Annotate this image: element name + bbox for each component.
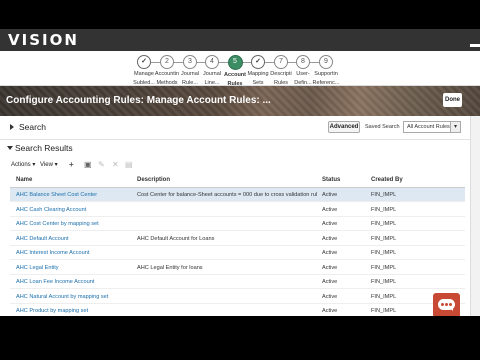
add-icon[interactable]: +: [69, 160, 74, 169]
chat-dot: [441, 303, 444, 306]
row-created-by: FIN_IMPL: [371, 265, 397, 271]
letterbox-bottom: [0, 316, 480, 360]
check-icon: ✓: [251, 55, 265, 69]
page-title-bar: Configure Accounting Rules: Manage Accou…: [0, 86, 480, 116]
row-name-link[interactable]: AHC Balance Sheet Cost Center: [16, 192, 134, 198]
row-description: AHC Default Account for Loans: [137, 236, 215, 242]
step-number: 8: [296, 55, 310, 69]
header-divider: [470, 44, 480, 47]
video-frame: VISION ✓ Manage Subled... 2 Accountin Me…: [0, 0, 480, 360]
row-status: Active: [322, 236, 338, 242]
column-header-name[interactable]: Name: [16, 177, 32, 183]
row-status: Active: [322, 265, 338, 271]
row-created-by: FIN_IMPL: [371, 221, 397, 227]
row-name-link[interactable]: AHC Interest Income Account: [16, 250, 134, 256]
row-created-by: FIN_IMPL: [371, 250, 397, 256]
row-status: Active: [322, 192, 338, 198]
chevron-down-icon: ▾: [450, 122, 460, 132]
row-name-link[interactable]: AHC Loan Fee Income Account: [16, 279, 134, 285]
row-name-link[interactable]: AHC Natural Account by mapping set: [16, 294, 134, 300]
row-status: Active: [322, 221, 338, 227]
row-created-by: FIN_IMPL: [371, 207, 397, 213]
row-name-link[interactable]: AHC Default Account: [16, 236, 134, 242]
row-status: Active: [322, 207, 338, 213]
row-status: Active: [322, 250, 338, 256]
column-header-created-by[interactable]: Created By: [371, 177, 403, 183]
process-train: ✓ Manage Subled... 2 Accountin Methods 3…: [0, 51, 480, 87]
step-number: 9: [319, 55, 333, 69]
row-created-by: FIN_IMPL: [371, 294, 397, 300]
row-description: AHC Legal Entity for loans: [137, 265, 203, 271]
delete-icon[interactable]: ✕: [112, 160, 119, 169]
row-created-by: FIN_IMPL: [371, 236, 397, 242]
edit-icon[interactable]: ✎: [98, 160, 105, 169]
row-status: Active: [322, 279, 338, 285]
current-step-icon: 5: [227, 55, 243, 70]
saved-search-label: Saved Search: [365, 124, 400, 130]
actions-menu[interactable]: Actions ▾: [11, 161, 35, 168]
section-divider: [0, 139, 470, 140]
row-name-link[interactable]: AHC Cash Clearing Account: [16, 207, 134, 213]
row-created-by: FIN_IMPL: [371, 279, 397, 285]
check-icon: ✓: [137, 55, 151, 69]
row-created-by: FIN_IMPL: [371, 308, 397, 314]
row-name-link[interactable]: AHC Cost Center by mapping set: [16, 221, 134, 227]
row-status: Active: [322, 294, 338, 300]
column-header-description[interactable]: Description: [137, 177, 170, 183]
saved-search-select[interactable]: All Account Rules ▾: [403, 121, 461, 133]
chat-bubble-tail: [449, 307, 453, 311]
done-button[interactable]: Done: [443, 93, 462, 107]
page-title: Configure Accounting Rules: Manage Accou…: [6, 95, 271, 106]
expand-triangle-icon[interactable]: [10, 124, 14, 130]
row-name-link[interactable]: AHC Legal Entity: [16, 265, 134, 271]
step-number: 3: [183, 55, 197, 69]
duplicate-icon[interactable]: ▣: [84, 160, 92, 169]
search-results-title: Search Results: [15, 143, 73, 153]
step-number: 7: [274, 55, 288, 69]
row-description: Cost Center for balance-Sheet accounts =…: [137, 192, 317, 198]
row-name-link[interactable]: AHC Product by mapping set: [16, 308, 134, 314]
row-status: Active: [322, 308, 338, 314]
advanced-search-button[interactable]: Advanced: [328, 121, 360, 133]
export-icon[interactable]: ▤: [125, 160, 133, 169]
step-number: 2: [160, 55, 174, 69]
row-created-by: FIN_IMPL: [371, 192, 397, 198]
column-header-status[interactable]: Status: [322, 177, 340, 183]
train-stop-supporting-references[interactable]: 9 Supportin Referenc...: [311, 55, 341, 86]
chat-dot: [445, 303, 448, 306]
collapse-triangle-icon[interactable]: [7, 146, 13, 150]
brand-logo: VISION: [8, 31, 79, 49]
chat-dot: [449, 303, 452, 306]
view-menu[interactable]: View ▾: [40, 161, 58, 168]
search-section-title[interactable]: Search: [19, 122, 46, 132]
step-number: 4: [205, 55, 219, 69]
